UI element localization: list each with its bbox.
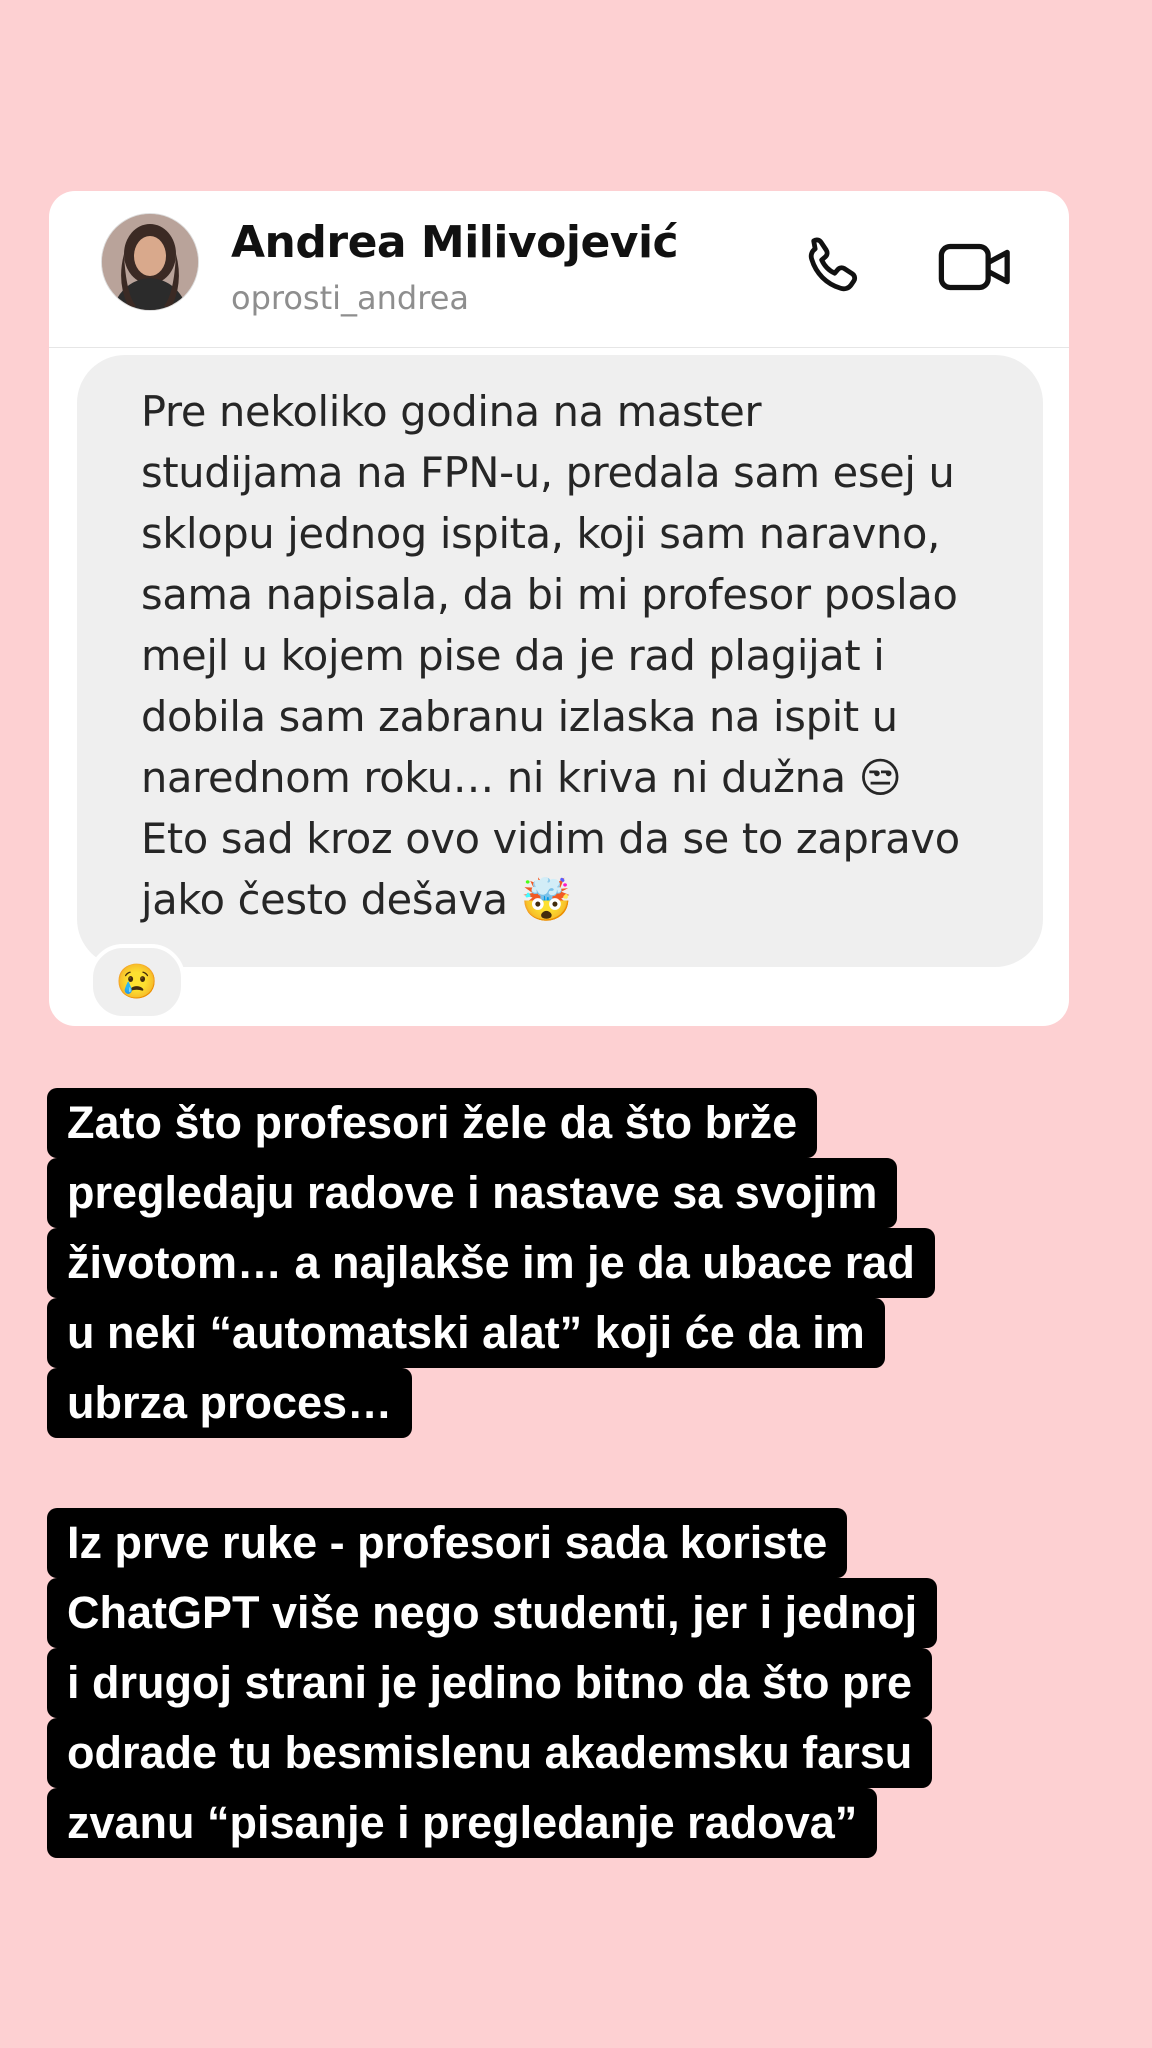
story-caption-2: Iz prve ruke - profesori sada koriste Ch… <box>47 1508 938 1858</box>
contact-handle: oprosti_andrea <box>231 279 469 317</box>
caption-line: životom… a najlakše im je da ubace rad <box>47 1228 935 1298</box>
caption-line: zvanu “pisanje i pregledanje radova” <box>47 1788 878 1858</box>
caption-line: Zato što profesori žele da što brže <box>47 1088 818 1158</box>
chat-header: Andrea Milivojević oprosti_andrea <box>49 191 1069 348</box>
phone-icon[interactable] <box>795 229 871 305</box>
avatar[interactable] <box>101 213 199 311</box>
caption-line: ubrza proces… <box>47 1368 413 1438</box>
caption-line: i drugoj strani je jedino bitno da što p… <box>47 1648 933 1718</box>
caption-line: odrade tu besmislenu akademsku farsu <box>47 1718 933 1788</box>
caption-line: ChatGPT više nego studenti, jer i jednoj <box>47 1578 938 1648</box>
caption-line: pregledaju radove i nastave sa svojim <box>47 1158 898 1228</box>
caption-line: Iz prve ruke - profesori sada koriste <box>47 1508 848 1578</box>
message-text: Pre nekoliko godina na master studijama … <box>141 387 960 924</box>
contact-name[interactable]: Andrea Milivojević <box>231 217 679 268</box>
dm-card: Andrea Milivojević oprosti_andrea Pre ne… <box>49 191 1069 1026</box>
video-camera-icon[interactable] <box>937 229 1013 305</box>
avatar-image <box>102 214 198 310</box>
crying-face-icon: 😢 <box>115 963 159 1001</box>
message-bubble[interactable]: Pre nekoliko godina na master studijama … <box>77 355 1043 967</box>
story-caption-1: Zato što profesori žele da što brže preg… <box>47 1088 935 1438</box>
caption-line: u neki “automatski alat” koji će da im <box>47 1298 885 1368</box>
reaction-badge[interactable]: 😢 <box>89 944 185 1020</box>
